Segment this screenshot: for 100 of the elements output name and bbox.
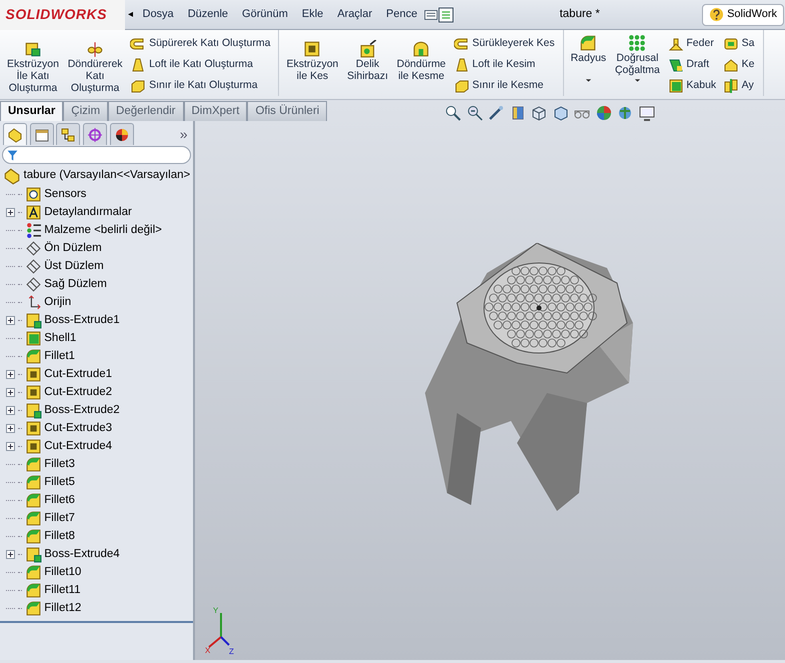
block-icon bbox=[24, 384, 42, 400]
more-tabs-button[interactable]: » bbox=[180, 124, 188, 145]
block-icon bbox=[358, 40, 377, 58]
ring-icon bbox=[86, 40, 104, 58]
expand-icon[interactable] bbox=[6, 316, 15, 324]
caret-icon bbox=[584, 78, 592, 83]
tree-item[interactable]: Fillet7 bbox=[44, 509, 75, 527]
tree-root[interactable]: tabure (Varsayılan<<Varsayılan> bbox=[0, 167, 193, 185]
tree-item[interactable]: Boss-Extrude4 bbox=[44, 545, 120, 563]
collapse-arrow[interactable]: ◂ bbox=[125, 7, 136, 22]
menu-item[interactable]: Dosya bbox=[136, 6, 181, 23]
ribbon-button[interactable]: Ekstrüzyon ile Kes bbox=[283, 34, 342, 96]
ribbon-button[interactable]: Süpürerek Katı Oluşturma bbox=[128, 34, 272, 55]
tree-item[interactable]: Shell1 bbox=[44, 329, 76, 347]
tree-item[interactable]: Malzeme <belirli değil> bbox=[44, 221, 162, 239]
expand-icon[interactable] bbox=[6, 388, 15, 396]
filter-field[interactable] bbox=[2, 146, 191, 164]
checklist-icon bbox=[438, 6, 454, 22]
document-title: tabure * bbox=[560, 6, 600, 22]
tree-item[interactable]: Cut-Extrude2 bbox=[44, 383, 112, 401]
menu-item[interactable]: Araçlar bbox=[330, 6, 380, 23]
tree-item[interactable]: Ön Düzlem bbox=[44, 239, 102, 257]
ribbon-button[interactable]: Loft ile Kesim bbox=[452, 54, 557, 76]
tree-item[interactable]: Orijin bbox=[44, 293, 72, 311]
curved-block-icon bbox=[130, 36, 146, 52]
ribbon-button[interactable]: Ekstrüzyon İle Katı Oluşturma bbox=[4, 34, 62, 96]
slab-icon bbox=[130, 78, 146, 94]
block-icon bbox=[24, 402, 42, 418]
rounded-block-icon bbox=[24, 564, 42, 580]
tree-item[interactable]: Cut-Extrude3 bbox=[44, 419, 112, 437]
tree-item[interactable]: Fillet3 bbox=[44, 455, 75, 473]
tree-item[interactable]: Fillet11 bbox=[44, 581, 80, 599]
logo: SOLIDWORKS bbox=[0, 0, 125, 30]
tree-item[interactable]: Fillet12 bbox=[44, 599, 82, 617]
tree-item[interactable]: Fillet6 bbox=[44, 491, 75, 509]
menu-item[interactable]: Düzenle bbox=[180, 6, 236, 23]
ribbon-button[interactable]: Draft bbox=[666, 54, 718, 76]
ribbon-button[interactable]: Sınır ile Katı Oluşturma bbox=[128, 75, 272, 96]
tree-item[interactable]: Sağ Düzlem bbox=[44, 275, 107, 293]
tree-item[interactable]: Fillet8 bbox=[44, 527, 75, 545]
menu-item[interactable]: Görünüm bbox=[235, 6, 295, 23]
panel-tab[interactable] bbox=[30, 123, 54, 145]
tree-item[interactable]: Cut-Extrude4 bbox=[44, 437, 112, 455]
expand-icon[interactable] bbox=[6, 442, 15, 450]
ribbon-button[interactable]: Doğrusal Çoğaltma bbox=[612, 34, 663, 96]
expand-icon[interactable] bbox=[6, 208, 15, 216]
print-icon bbox=[424, 8, 438, 22]
panel-tab[interactable] bbox=[110, 123, 134, 145]
tree-item[interactable]: Fillet1 bbox=[44, 347, 75, 365]
ribbon-button[interactable]: Kabuk bbox=[666, 75, 718, 96]
ribbon-button[interactable]: Döndürme ile Kesme bbox=[394, 34, 449, 96]
ribbon-button[interactable]: Feder bbox=[666, 34, 718, 55]
color-wheel-icon bbox=[596, 105, 612, 121]
rounded-block-icon bbox=[24, 582, 42, 598]
expand-icon[interactable] bbox=[6, 370, 15, 378]
filter-icon bbox=[6, 148, 19, 162]
rounded-block-icon bbox=[24, 510, 42, 526]
tab[interactable]: Çizim bbox=[63, 100, 108, 121]
expand-icon[interactable] bbox=[6, 406, 15, 414]
ribbon-button[interactable]: Döndürerek Katı Oluşturma bbox=[64, 34, 126, 96]
ribbon-button[interactable]: Sınır ile Kesme bbox=[452, 75, 557, 96]
tree-item[interactable]: Sensors bbox=[44, 185, 86, 203]
ribbon-button[interactable]: Loft ile Katı Oluşturma bbox=[128, 54, 272, 76]
block-icon bbox=[24, 330, 42, 346]
tab[interactable]: Değerlendir bbox=[108, 100, 184, 121]
rounded-block-icon bbox=[24, 600, 42, 616]
help-icon bbox=[709, 7, 724, 22]
section-icon bbox=[510, 105, 526, 121]
hierarchy-icon bbox=[60, 126, 76, 142]
rounded-block-icon bbox=[24, 456, 42, 472]
tree-item[interactable]: Detaylandırmalar bbox=[44, 203, 132, 221]
tree-item[interactable]: Üst Düzlem bbox=[44, 257, 104, 275]
ribbon-button[interactable]: Sürükleyerek Kes bbox=[452, 34, 557, 55]
globe-icon bbox=[617, 105, 634, 121]
cube-view-icon bbox=[531, 105, 548, 121]
rounded-block-icon bbox=[24, 474, 42, 490]
menu-item[interactable]: Pence bbox=[379, 6, 424, 23]
help-search-field[interactable]: SolidWork bbox=[702, 4, 784, 26]
tree-item[interactable]: Boss-Extrude1 bbox=[44, 311, 120, 329]
ribbon-button[interactable]: Delik Sihirbazı bbox=[344, 34, 391, 96]
menu-item[interactable]: Ekle bbox=[294, 6, 330, 23]
tree-item[interactable]: Fillet5 bbox=[44, 473, 75, 491]
tree-item[interactable]: Fillet10 bbox=[44, 563, 82, 581]
ribbon-button[interactable]: Ke bbox=[720, 54, 757, 76]
block-icon bbox=[303, 40, 322, 58]
ribbon-button[interactable]: Ay bbox=[720, 75, 757, 96]
block-icon bbox=[24, 312, 42, 328]
tab[interactable]: DimXpert bbox=[184, 100, 248, 121]
zoom-icon bbox=[466, 105, 483, 121]
expand-icon[interactable] bbox=[6, 424, 15, 432]
crosshair-icon bbox=[87, 126, 103, 142]
part-icon bbox=[6, 126, 23, 142]
tab[interactable]: Ofis Ürünleri bbox=[247, 100, 328, 121]
ribbon-button[interactable]: Sa bbox=[720, 34, 757, 55]
tree-item[interactable]: Cut-Extrude1 bbox=[44, 365, 112, 383]
tree-item[interactable]: Boss-Extrude2 bbox=[44, 401, 120, 419]
expand-icon[interactable] bbox=[6, 550, 15, 558]
rounded-block-icon bbox=[24, 528, 42, 544]
tab[interactable]: Unsurlar bbox=[0, 100, 64, 121]
ribbon-button[interactable]: Radyus bbox=[568, 34, 610, 96]
